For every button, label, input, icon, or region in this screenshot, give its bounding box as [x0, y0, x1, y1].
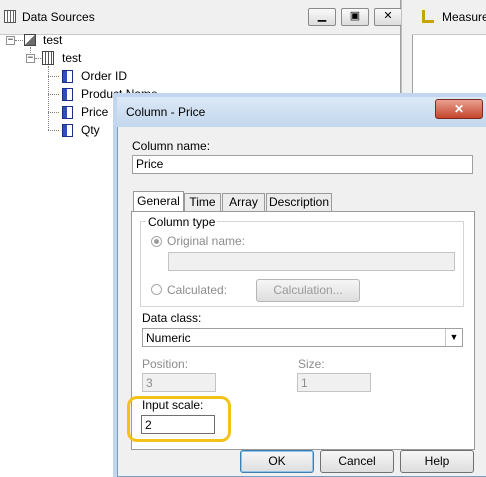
size-label: Size: [298, 357, 325, 371]
measures-titlebar: Measure [412, 0, 486, 35]
restore-button[interactable]: ▣ [341, 8, 369, 26]
table-icon [42, 51, 54, 65]
tab-description[interactable]: Description [266, 193, 332, 211]
tree-expander-table[interactable]: − [26, 54, 35, 63]
ok-button[interactable]: OK [240, 450, 314, 473]
database-icon [24, 34, 36, 46]
tree-connector [15, 40, 23, 41]
column-name-input[interactable]: Price [132, 155, 473, 174]
column-icon [62, 70, 73, 83]
cancel-button[interactable]: Cancel [320, 450, 394, 473]
tree-connector [35, 58, 41, 59]
data-sources-title: Data Sources [22, 10, 95, 24]
tree-connector [48, 112, 59, 113]
tree-connector [48, 130, 59, 131]
dropdown-arrow-icon[interactable]: ▼ [445, 329, 462, 346]
data-class-label: Data class: [142, 311, 202, 325]
measure-icon [422, 10, 434, 23]
tree-expander-root[interactable]: − [6, 36, 15, 45]
tree-item-column[interactable]: Price [81, 105, 108, 119]
tree-connector [48, 76, 59, 77]
original-name-label: Original name: [167, 234, 246, 248]
column-icon [62, 124, 73, 137]
column-type-legend: Column type [146, 215, 218, 229]
tree-item-column[interactable]: Order ID [81, 69, 127, 83]
calculated-radio[interactable] [151, 284, 162, 295]
data-class-select[interactable]: Numeric ▼ [142, 328, 463, 347]
tree-item-root[interactable]: test [43, 33, 62, 47]
dialog-titlebar[interactable]: Column - Price ✕ [117, 97, 486, 127]
position-input[interactable]: 3 [142, 373, 216, 392]
tree-connector [48, 94, 59, 95]
calculated-label: Calculated: [167, 283, 228, 297]
tree-item-column[interactable]: Qty [81, 123, 100, 137]
column-name-label: Column name: [132, 139, 211, 153]
input-scale-highlight [127, 396, 231, 442]
tab-time[interactable]: Time [184, 193, 221, 211]
size-input[interactable]: 1 [297, 373, 371, 392]
position-label: Position: [142, 357, 189, 371]
calculation-button[interactable]: Calculation... [256, 279, 360, 302]
data-class-value: Numeric [146, 331, 191, 345]
dialog-title: Column - Price [126, 105, 206, 119]
tab-general[interactable]: General [133, 191, 184, 211]
column-icon [62, 106, 73, 119]
measures-title: Measure [442, 10, 486, 24]
data-sources-titlebar: Data Sources ▁ ▣ ✕ [0, 0, 402, 35]
minimize-button[interactable]: ▁ [308, 8, 336, 26]
original-name-radio[interactable] [151, 236, 162, 247]
tab-array[interactable]: Array [222, 193, 265, 211]
tree-item-table[interactable]: test [62, 51, 81, 65]
data-sources-icon [4, 10, 16, 23]
close-button[interactable]: ✕ [374, 8, 402, 26]
column-icon [62, 88, 73, 101]
dialog-close-button[interactable]: ✕ [435, 99, 483, 119]
help-button[interactable]: Help [400, 450, 474, 473]
original-name-input[interactable] [168, 252, 455, 271]
